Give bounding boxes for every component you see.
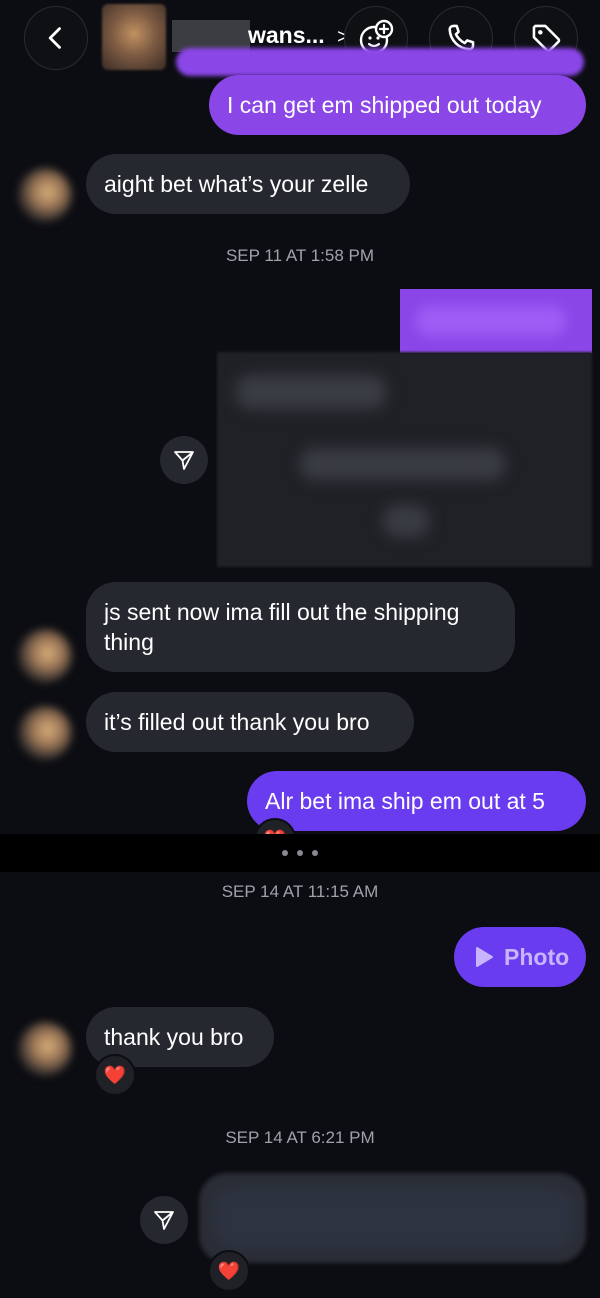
sender-avatar[interactable] (18, 168, 72, 222)
incoming-message[interactable]: js sent now ima fill out the shipping th… (86, 582, 515, 672)
contact-name[interactable]: wans... > (248, 22, 349, 49)
play-icon (476, 947, 493, 967)
sender-avatar[interactable] (18, 706, 72, 760)
message-text: Alr bet ima ship em out at 5 (265, 788, 545, 814)
message-text: I can get em shipped out today (227, 92, 542, 118)
previous-message-bubble[interactable] (176, 48, 584, 76)
reaction-heart[interactable]: ❤️ (94, 1054, 136, 1096)
message-text: thank you bro (104, 1024, 244, 1050)
photo-label: Photo (504, 943, 570, 970)
back-button[interactable] (24, 6, 88, 70)
contact-avatar[interactable] (102, 4, 166, 70)
outgoing-message[interactable]: Alr bet ima ship em out at 5 (247, 771, 586, 831)
reaction-heart[interactable]: ❤️ (208, 1250, 250, 1292)
timestamp: SEP 14 AT 6:21 PM (225, 1128, 375, 1147)
timestamp: SEP 11 AT 1:58 PM (225, 246, 375, 265)
send-icon (174, 451, 194, 470)
sender-avatar[interactable] (18, 1022, 72, 1076)
blurred-content (236, 375, 386, 409)
message-text: js sent now ima fill out the shipping th… (104, 599, 460, 655)
heart-icon: ❤️ (217, 1260, 241, 1281)
outgoing-message[interactable]: I can get em shipped out today (209, 75, 586, 135)
timestamp: SEP 14 AT 11:15 AM (221, 882, 379, 901)
contact-name-text: wans... (248, 22, 325, 48)
blurred-content (300, 448, 505, 480)
sender-avatar[interactable] (18, 629, 72, 683)
share-button[interactable] (160, 436, 208, 484)
incoming-message[interactable]: aight bet what’s your zelle (86, 154, 410, 214)
photo-message[interactable]: Photo (454, 927, 586, 987)
blurred-content (383, 505, 429, 537)
back-icon (48, 27, 61, 49)
message-text: aight bet what’s your zelle (104, 171, 369, 197)
heart-icon: ❤️ (103, 1064, 127, 1085)
shared-post-header-blur (416, 306, 566, 336)
more-icon[interactable] (282, 850, 318, 858)
message-text: it’s filled out thank you bro (104, 709, 370, 735)
blurred-content (214, 1188, 574, 1248)
send-icon (154, 1211, 174, 1230)
incoming-message[interactable]: it’s filled out thank you bro (86, 692, 414, 752)
share-button[interactable] (140, 1196, 188, 1244)
